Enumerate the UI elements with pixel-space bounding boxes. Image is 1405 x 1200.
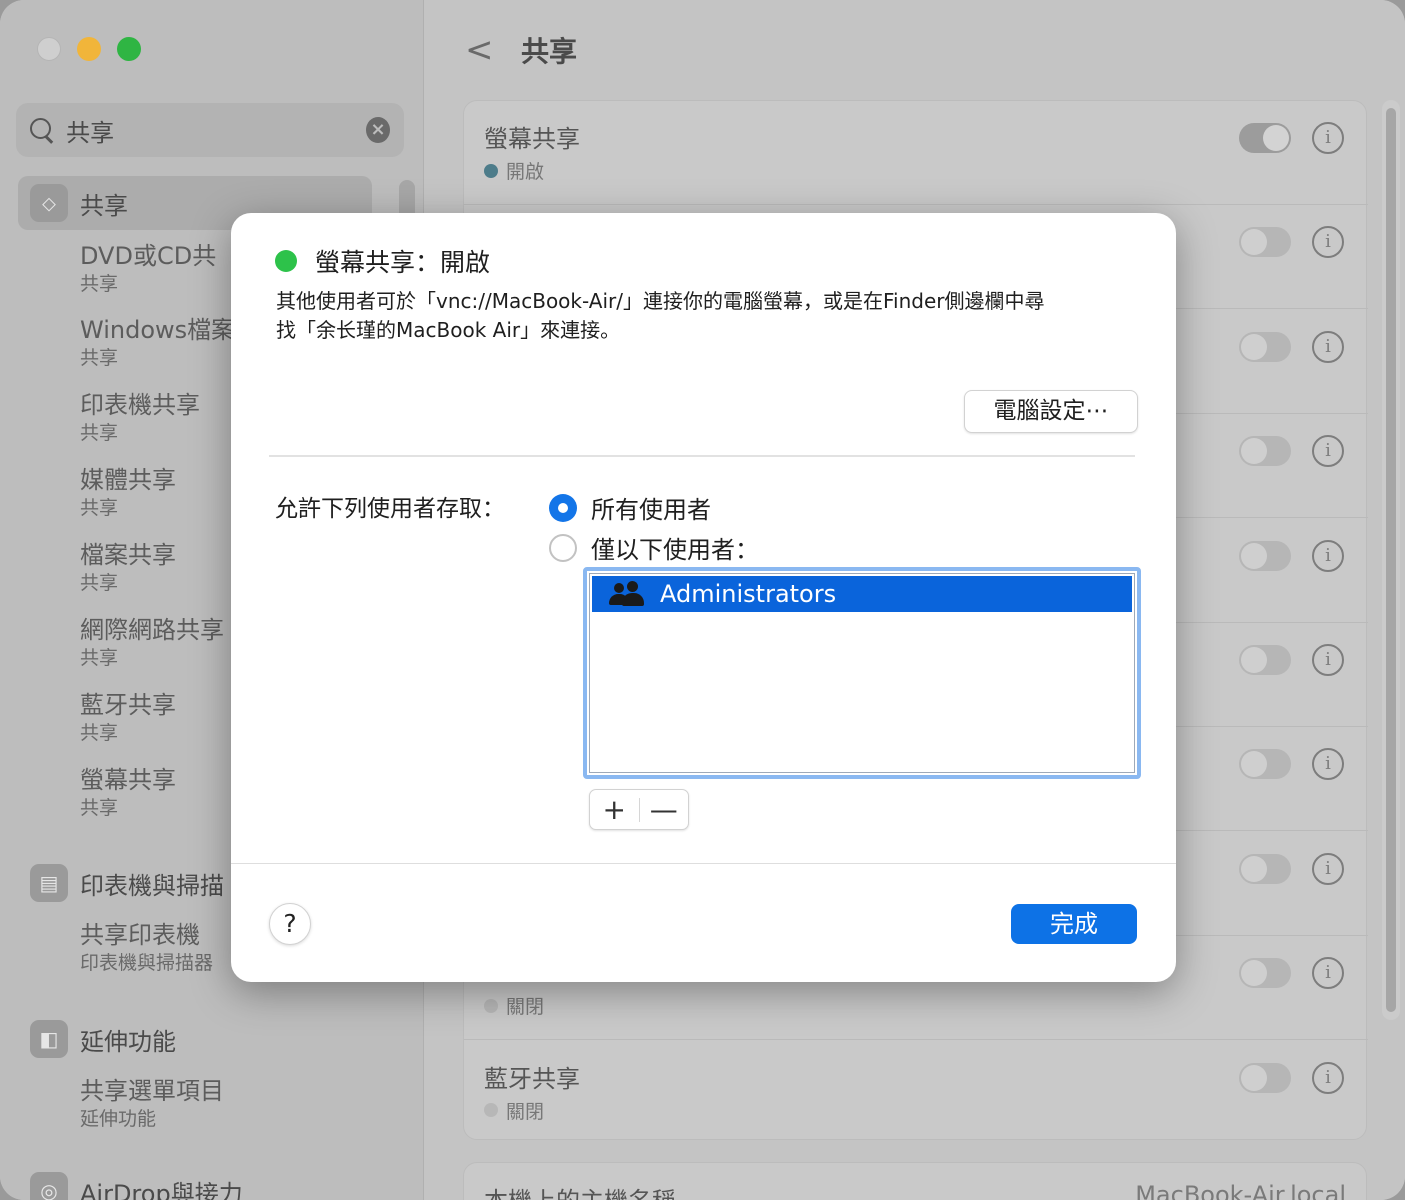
- status-dot-icon: [484, 163, 498, 178]
- sidebar-result-shared-printer[interactable]: 共享印表機 印表機與掃描器: [80, 920, 213, 976]
- sharing-service-row: 藍牙共享關閉 i: [464, 1041, 1368, 1145]
- minimize-window-button[interactable]: [77, 37, 101, 61]
- info-icon[interactable]: i: [1312, 644, 1344, 676]
- hostname-value: MacBook-Air.local: [1135, 1181, 1346, 1200]
- sidebar-item-extensions[interactable]: ◧ 延伸功能: [30, 1020, 176, 1058]
- dialog-title: 螢幕共享：開啟: [315, 248, 491, 277]
- sidebar-result-bluetooth[interactable]: 藍牙共享 共享: [80, 690, 176, 746]
- status-dot-icon: [484, 998, 498, 1013]
- service-toggle[interactable]: [1239, 958, 1291, 989]
- service-toggle[interactable]: [1239, 1062, 1291, 1093]
- sharing-icon: ⬦: [30, 184, 68, 222]
- info-icon[interactable]: i: [1312, 330, 1344, 363]
- sidebar-item-label: 共享: [80, 191, 128, 220]
- service-toggle[interactable]: [1239, 853, 1291, 884]
- system-settings-window: × ⬦ 共享 DVD或CD共 共享 Windows檔案 共享 印表機共享 共享 …: [0, 0, 1405, 1200]
- hostname-label: 本機上的主機名稱: [484, 1181, 676, 1200]
- main-scrollbar[interactable]: [1382, 100, 1400, 1020]
- user-list[interactable]: Administrators: [583, 567, 1141, 779]
- zoom-window-button[interactable]: [117, 37, 141, 61]
- status-dot-icon: [484, 1103, 498, 1118]
- service-status: 關閉: [484, 1097, 544, 1124]
- sidebar-result-windows[interactable]: Windows檔案 共享: [80, 315, 235, 371]
- sidebar-item-printers[interactable]: ▤ 印表機與掃描: [30, 864, 224, 902]
- sidebar-result-dvd[interactable]: DVD或CD共 共享: [80, 241, 216, 297]
- search-input[interactable]: [66, 116, 367, 144]
- service-status: 開啟: [484, 157, 544, 184]
- radio-only-users-button[interactable]: [549, 533, 577, 562]
- page-title: 共享: [521, 35, 578, 68]
- sidebar-result-internet[interactable]: 網際網路共享 共享: [80, 615, 224, 671]
- close-window-button[interactable]: [37, 37, 61, 61]
- screen-sharing-dialog: 螢幕共享：開啟 其他使用者可於「vnc://MacBook-Air/」連接你的電…: [231, 213, 1176, 982]
- allow-access-label: 允許下列使用者存取：: [275, 496, 505, 522]
- extensions-icon: ◧: [30, 1020, 68, 1058]
- service-toggle[interactable]: [1239, 645, 1291, 675]
- radio-all-users-button[interactable]: [549, 493, 577, 522]
- computer-settings-button[interactable]: 電腦設定⋯: [964, 390, 1138, 433]
- service-title: 螢幕共享: [484, 125, 580, 153]
- dialog-description: 其他使用者可於「vnc://MacBook-Air/」連接你的電腦螢幕，或是在F…: [276, 289, 1045, 342]
- back-button[interactable]: <: [465, 30, 494, 70]
- divider: [269, 455, 1135, 457]
- sidebar-item-sharing[interactable]: ⬦ 共享: [30, 184, 128, 222]
- airdrop-icon: ◎: [30, 1172, 68, 1200]
- printer-icon: ▤: [30, 864, 68, 902]
- dialog-header: 螢幕共享：開啟: [275, 243, 490, 279]
- sidebar-item-airdrop[interactable]: ◎ AirDrop與接力: [30, 1172, 243, 1200]
- info-icon[interactable]: i: [1312, 748, 1344, 781]
- info-icon[interactable]: i: [1312, 539, 1344, 572]
- radio-all-users[interactable]: 所有使用者: [549, 490, 711, 525]
- info-icon[interactable]: i: [1312, 1061, 1344, 1094]
- add-remove-control: + —: [589, 789, 689, 830]
- divider: [231, 863, 1176, 864]
- service-toggle[interactable]: [1239, 540, 1291, 571]
- info-icon[interactable]: i: [1312, 852, 1344, 885]
- help-button[interactable]: ?: [269, 903, 311, 945]
- radio-only-users[interactable]: 僅以下使用者：: [549, 530, 759, 565]
- service-toggle[interactable]: [1239, 749, 1291, 780]
- info-icon[interactable]: i: [1312, 957, 1344, 990]
- hostname-row[interactable]: 本機上的主機名稱 MacBook-Air.local: [463, 1162, 1367, 1200]
- service-status: 關閉: [484, 992, 544, 1019]
- info-icon[interactable]: i: [1312, 122, 1344, 154]
- search-field[interactable]: ×: [16, 103, 404, 157]
- service-toggle[interactable]: [1239, 436, 1291, 467]
- info-icon[interactable]: i: [1312, 435, 1344, 468]
- sidebar-result-file[interactable]: 檔案共享 共享: [80, 540, 176, 596]
- info-icon[interactable]: i: [1312, 226, 1344, 259]
- service-toggle[interactable]: [1239, 331, 1291, 362]
- search-icon: [30, 118, 52, 142]
- sidebar-result-share-menu[interactable]: 共享選單項目 延伸功能: [80, 1076, 224, 1132]
- remove-user-button[interactable]: —: [639, 790, 688, 829]
- sidebar-result-media[interactable]: 媒體共享 共享: [80, 465, 176, 521]
- clear-search-icon[interactable]: ×: [366, 117, 390, 143]
- done-button[interactable]: 完成: [1011, 904, 1137, 944]
- sidebar-result-screen[interactable]: 螢幕共享 共享: [80, 765, 176, 821]
- service-toggle[interactable]: [1239, 227, 1291, 258]
- service-title: 藍牙共享: [484, 1064, 580, 1093]
- status-on-indicator: [275, 250, 297, 272]
- list-item[interactable]: Administrators: [592, 576, 1132, 612]
- sidebar-result-printer[interactable]: 印表機共享 共享: [80, 390, 200, 446]
- service-toggle[interactable]: [1239, 123, 1291, 153]
- window-controls: [37, 37, 141, 61]
- sharing-service-row: 螢幕共享開啟 i: [464, 101, 1368, 205]
- user-group-icon: [608, 581, 646, 607]
- list-item-label: Administrators: [660, 580, 837, 608]
- add-user-button[interactable]: +: [590, 790, 639, 829]
